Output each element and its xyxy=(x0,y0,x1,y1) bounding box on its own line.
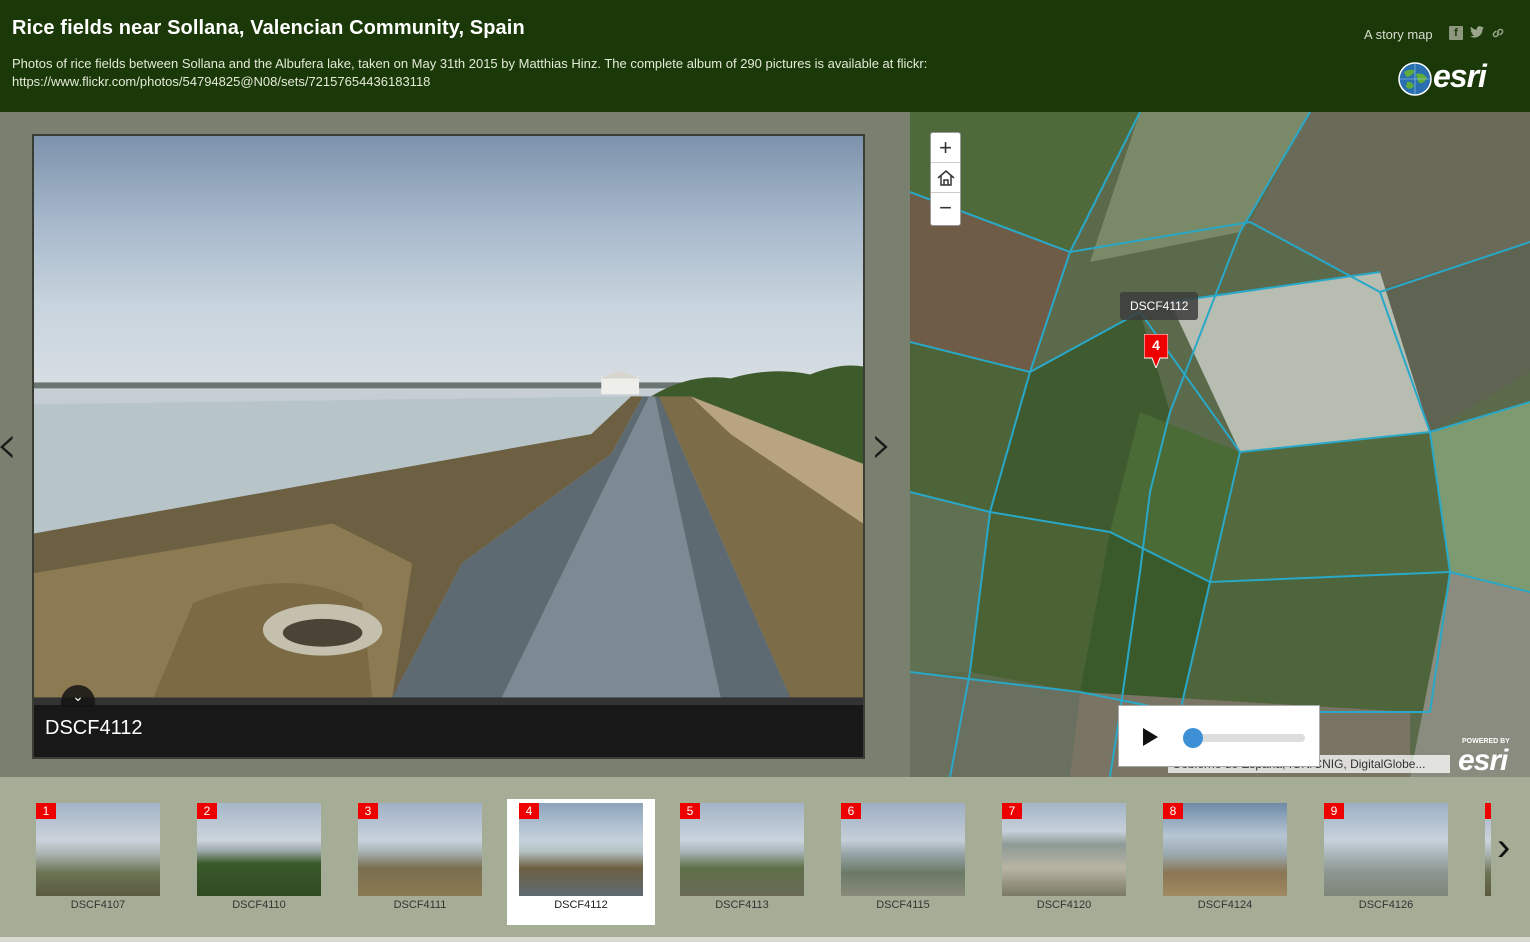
zoom-control: + − xyxy=(930,132,961,226)
thumbnail-number: 6 xyxy=(841,803,861,819)
carousel-next-arrow-icon[interactable]: › xyxy=(1497,827,1510,867)
thumbnail-number: 7 xyxy=(1002,803,1022,819)
thumbnail-number: 3 xyxy=(358,803,378,819)
thumbnail-number: 1 xyxy=(36,803,56,819)
header: Rice fields near Sollana, Valencian Comm… xyxy=(0,0,1530,112)
thumbnail-number: 9 xyxy=(1324,803,1344,819)
thumbnail-number: 2 xyxy=(197,803,217,819)
facebook-icon[interactable]: f xyxy=(1449,26,1463,40)
thumbnail-number-partial xyxy=(1485,803,1491,819)
thumbnail-label: DSCF4107 xyxy=(70,899,126,911)
carousel-item-active[interactable]: 4 DSCF4112 xyxy=(507,799,655,925)
autoplay-control xyxy=(1118,705,1320,767)
thumbnail-label: DSCF4111 xyxy=(393,899,447,911)
carousel-item[interactable]: 6 DSCF4115 xyxy=(837,799,985,925)
page-title: Rice fields near Sollana, Valencian Comm… xyxy=(12,17,525,39)
thumbnail-label: DSCF4112 xyxy=(554,899,608,911)
globe-icon xyxy=(1398,62,1432,96)
carousel-item[interactable]: 5 DSCF4113 xyxy=(676,799,824,925)
powered-by-esri-logo[interactable]: esri xyxy=(1458,744,1508,777)
photo-landscape xyxy=(34,365,863,698)
bottom-strip xyxy=(0,937,1530,942)
thumbnail-carousel: 1 DSCF4107 2 DSCF4110 3 DSCF4111 4 DSCF4… xyxy=(0,777,1530,942)
zoom-out-button[interactable]: − xyxy=(931,193,960,223)
thumbnail-label: DSCF4120 xyxy=(1036,899,1092,911)
story-map-link[interactable]: A story map xyxy=(1364,27,1433,42)
map[interactable]: + − DSCF4112 4 Gobierno de España, IGN/C… xyxy=(910,112,1530,777)
carousel-item-partial[interactable] xyxy=(1481,799,1491,925)
zoom-in-button[interactable]: + xyxy=(931,133,960,163)
subtitle-line-1: Photos of rice fields between Sollana an… xyxy=(12,56,928,71)
thumbnail-number: 8 xyxy=(1163,803,1183,819)
flickr-link[interactable]: https://www.flickr.com/photos/54794825@N… xyxy=(12,73,1012,91)
thumbnail-label: DSCF4126 xyxy=(1358,899,1414,911)
carousel-item[interactable]: 9 DSCF4126 xyxy=(1320,799,1468,925)
carousel-item[interactable]: 7 DSCF4120 xyxy=(998,799,1146,925)
map-tooltip: DSCF4112 xyxy=(1120,292,1199,320)
autoplay-speed-slider[interactable] xyxy=(1185,734,1305,742)
thumbnail-number: 5 xyxy=(680,803,700,819)
thumbnail-label: DSCF4115 xyxy=(876,899,930,911)
thumbnail-label: DSCF4124 xyxy=(1197,899,1253,911)
home-button[interactable] xyxy=(931,163,960,193)
carousel-item[interactable]: 2 DSCF4110 xyxy=(193,799,341,925)
map-marker[interactable]: 4 xyxy=(1144,334,1168,368)
esri-wordmark: esri xyxy=(1433,58,1487,94)
carousel-item[interactable]: 1 DSCF4107 xyxy=(32,799,180,925)
previous-arrow-icon[interactable]: ‹ xyxy=(0,418,18,472)
carousel-item[interactable]: 8 DSCF4124 xyxy=(1159,799,1307,925)
caption-bar: DSCF4112 xyxy=(34,705,863,757)
thumbnail-label: DSCF4110 xyxy=(232,899,286,911)
satellite-basemap xyxy=(910,112,1530,777)
twitter-icon[interactable] xyxy=(1470,26,1484,40)
carousel-item[interactable]: 3 DSCF4111 xyxy=(354,799,502,925)
marker-number: 4 xyxy=(1152,337,1160,353)
home-icon xyxy=(937,170,954,186)
play-icon[interactable] xyxy=(1143,728,1158,746)
thumbnail-label: DSCF4113 xyxy=(715,899,769,911)
photo-caption: DSCF4112 xyxy=(45,717,143,739)
link-icon[interactable] xyxy=(1491,26,1505,40)
esri-logo[interactable]: esri xyxy=(1398,58,1498,98)
thumbnail-number: 4 xyxy=(519,803,539,819)
next-arrow-icon[interactable]: › xyxy=(871,418,893,472)
slider-handle[interactable] xyxy=(1183,728,1203,748)
main-photo: ⌄ DSCF4112 xyxy=(32,134,865,759)
page-subtitle: Photos of rice fields between Sollana an… xyxy=(12,55,1012,91)
